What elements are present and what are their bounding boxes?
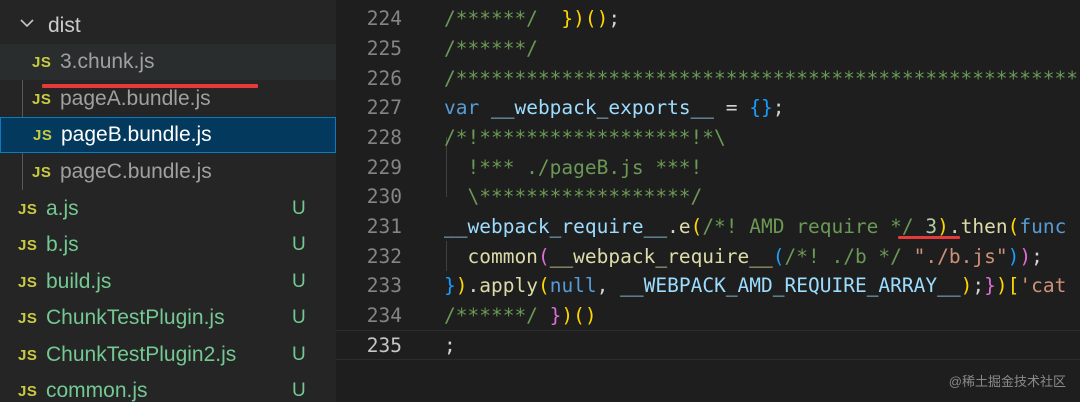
code-line: 228 /*!******************!*\ <box>336 122 1080 152</box>
git-status-badge: U <box>292 307 306 328</box>
file-name: b.js <box>46 233 79 256</box>
js-file-icon: JS <box>32 53 52 71</box>
line-number: 235 <box>366 333 402 357</box>
line-number: 229 <box>366 155 402 179</box>
git-status-badge: U <box>292 344 306 365</box>
line-number: 234 <box>366 303 402 327</box>
line-number: 225 <box>366 36 402 60</box>
file-item-build[interactable]: JS build.js U <box>0 264 336 300</box>
line-number: 228 <box>366 125 402 149</box>
file-item-b[interactable]: JS b.js U <box>0 227 336 263</box>
code-line: 225 /******/ <box>336 33 1080 63</box>
file-name: pageB.bundle.js <box>61 123 212 146</box>
line-number: 231 <box>366 214 402 238</box>
js-file-icon: JS <box>33 126 53 144</box>
file-name: common.js <box>46 379 148 402</box>
file-name: build.js <box>46 270 112 293</box>
code-line: 230 \******************/ <box>336 181 1080 211</box>
js-file-icon: JS <box>18 236 38 254</box>
line-number: 224 <box>366 6 402 30</box>
file-item-chunk-test-plugin2[interactable]: JS ChunkTestPlugin2.js U <box>0 337 336 373</box>
code-line-current: 235 ; <box>336 330 1080 360</box>
code-line: 232 common(__webpack_require__(/*! ./b *… <box>336 241 1080 271</box>
js-file-icon: JS <box>32 90 52 108</box>
chevron-down-icon <box>20 16 34 30</box>
file-name: a.js <box>46 197 79 220</box>
file-item-pageB-bundle[interactable]: JS pageB.bundle.js <box>0 117 336 153</box>
git-status-badge: U <box>292 198 306 219</box>
js-file-icon: JS <box>32 163 52 181</box>
line-number: 233 <box>366 273 402 297</box>
git-status-badge: U <box>292 234 306 255</box>
git-status-badge: U <box>292 271 306 292</box>
file-name: 3.chunk.js <box>60 50 155 73</box>
folder-dist[interactable]: dist <box>0 8 336 44</box>
file-item-3-chunk[interactable]: JS 3.chunk.js <box>0 44 336 80</box>
file-item-chunk-test-plugin[interactable]: JS ChunkTestPlugin.js U <box>0 300 336 336</box>
code-line: 231 __webpack_require__.e(/*! AMD requir… <box>336 211 1080 241</box>
line-number: 227 <box>366 95 402 119</box>
code-line: 234 /******/ })() <box>336 300 1080 330</box>
js-file-icon: JS <box>18 273 38 291</box>
js-file-icon: JS <box>18 346 38 364</box>
watermark: @稀土掘金技术社区 <box>948 374 1066 389</box>
line-number: 232 <box>366 244 402 268</box>
file-item-pageC-bundle[interactable]: JS pageC.bundle.js <box>0 154 336 190</box>
code-line: 227 var __webpack_exports__ = {}; <box>336 92 1080 122</box>
code-line: 224 /******/ })(); <box>336 3 1080 33</box>
file-name: pageA.bundle.js <box>60 87 211 110</box>
code-line: 226 /***********************************… <box>336 63 1080 93</box>
line-number: 230 <box>366 184 402 208</box>
annotation-underline <box>898 236 960 239</box>
code-line: 233 }).apply(null, __WEBPACK_AMD_REQUIRE… <box>336 270 1080 300</box>
file-name: ChunkTestPlugin.js <box>46 306 225 329</box>
code-editor[interactable]: 224 /******/ })(); 225 /******/ 226 /***… <box>336 0 1080 402</box>
file-explorer: dist JS 3.chunk.js JS pageA.bundle.js JS… <box>0 0 336 402</box>
js-file-icon: JS <box>18 382 38 400</box>
file-item-a[interactable]: JS a.js U <box>0 191 336 227</box>
annotation-underline <box>42 84 258 88</box>
js-file-icon: JS <box>18 309 38 327</box>
code-line: 229 !*** ./pageB.js ***! <box>336 152 1080 182</box>
js-file-icon: JS <box>18 200 38 218</box>
file-item-common[interactable]: JS common.js U <box>0 373 336 402</box>
folder-label: dist <box>48 14 81 37</box>
line-number: 226 <box>366 66 402 90</box>
git-status-badge: U <box>292 380 306 401</box>
file-name: ChunkTestPlugin2.js <box>46 343 237 366</box>
file-name: pageC.bundle.js <box>60 160 212 183</box>
